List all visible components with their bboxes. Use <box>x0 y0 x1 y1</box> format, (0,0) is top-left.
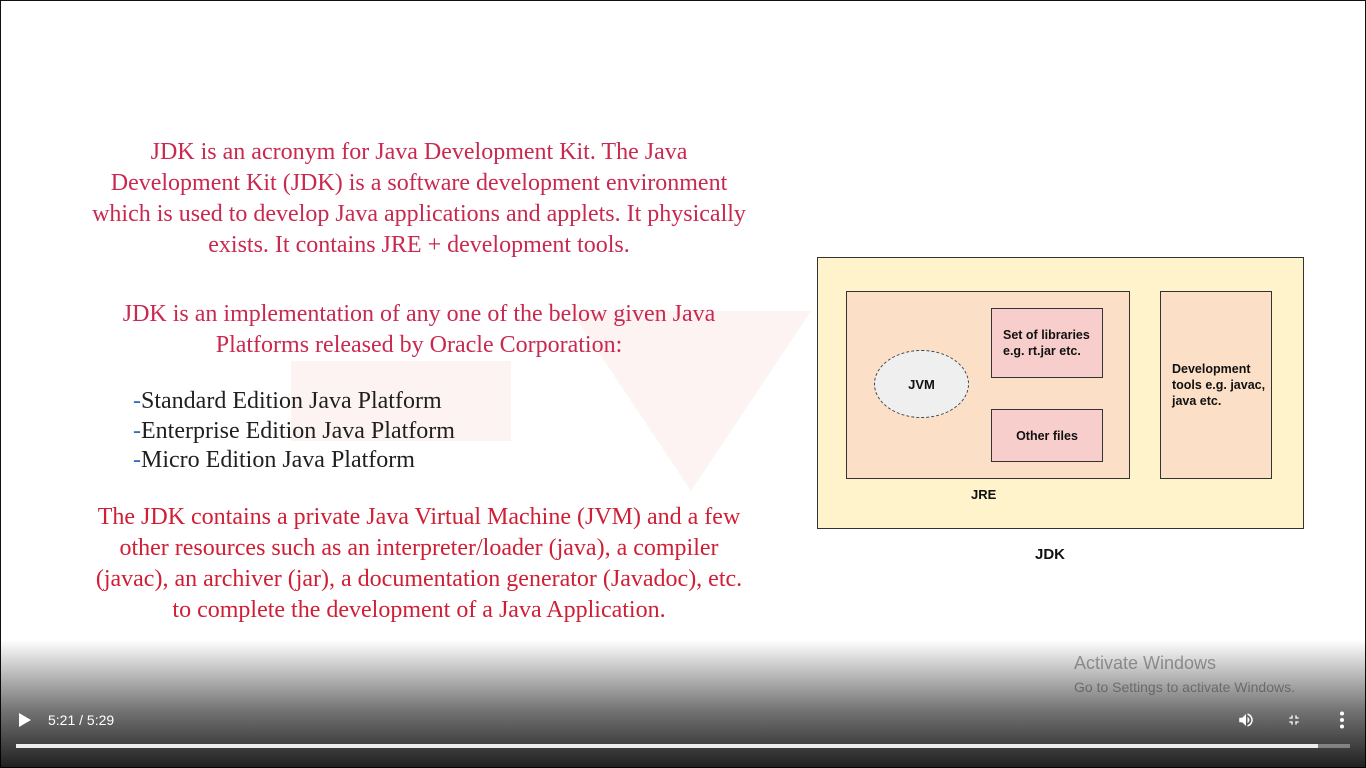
platform-label: Standard Edition Java Platform <box>141 388 442 414</box>
play-icon <box>19 713 31 727</box>
jdk-implementation-paragraph: JDK is an implementation of any one of t… <box>122 301 716 358</box>
volume-icon <box>1239 713 1253 727</box>
libraries-box: Set of libraries e.g. rt.jar etc. <box>991 308 1103 378</box>
platform-list: -Standard Edition Java Platform -Enterpr… <box>133 387 455 476</box>
exit-fullscreen-icon <box>1289 715 1299 725</box>
jdk-label: JDK <box>1035 546 1066 563</box>
platform-list-item: -Micro Edition Java Platform <box>133 446 455 476</box>
other-files-box: Other files <box>991 409 1103 462</box>
jdk-contents-paragraph: The JDK contains a private Java Virtual … <box>95 504 743 623</box>
player-controls-gradient <box>0 640 1366 768</box>
bullet-dash: - <box>133 388 141 414</box>
bullet-dash: - <box>133 447 141 473</box>
platform-list-item: -Standard Edition Java Platform <box>133 387 455 417</box>
jvm-label: JVM <box>908 376 935 392</box>
other-files-label: Other files <box>1016 428 1078 443</box>
jre-label: JRE <box>971 487 997 502</box>
seek-bar-played <box>16 744 1318 748</box>
seek-bar[interactable] <box>16 744 1350 748</box>
platform-label: Micro Edition Java Platform <box>141 447 415 473</box>
volume-button[interactable] <box>1232 706 1260 734</box>
more-options-icon <box>1340 711 1344 729</box>
exit-fullscreen-button[interactable] <box>1280 706 1308 734</box>
more-options-button[interactable] <box>1328 706 1356 734</box>
libraries-label: Set of libraries e.g. rt.jar etc. <box>1003 328 1090 358</box>
platform-list-item: -Enterprise Edition Java Platform <box>133 417 455 447</box>
jdk-diagram: JVM Set of libraries e.g. rt.jar etc. Ot… <box>817 257 1305 577</box>
jdk-definition-paragraph: JDK is an acronym for Java Development K… <box>92 139 746 258</box>
jvm-ellipse: JVM <box>874 350 969 418</box>
play-button[interactable] <box>11 706 39 734</box>
bullet-dash: - <box>133 417 141 444</box>
platform-label: Enterprise Edition Java Platform <box>141 417 455 444</box>
development-tools-label: Development tools e.g. javac, java etc. <box>1172 362 1266 408</box>
time-display: 5:21 / 5:29 <box>48 712 115 728</box>
